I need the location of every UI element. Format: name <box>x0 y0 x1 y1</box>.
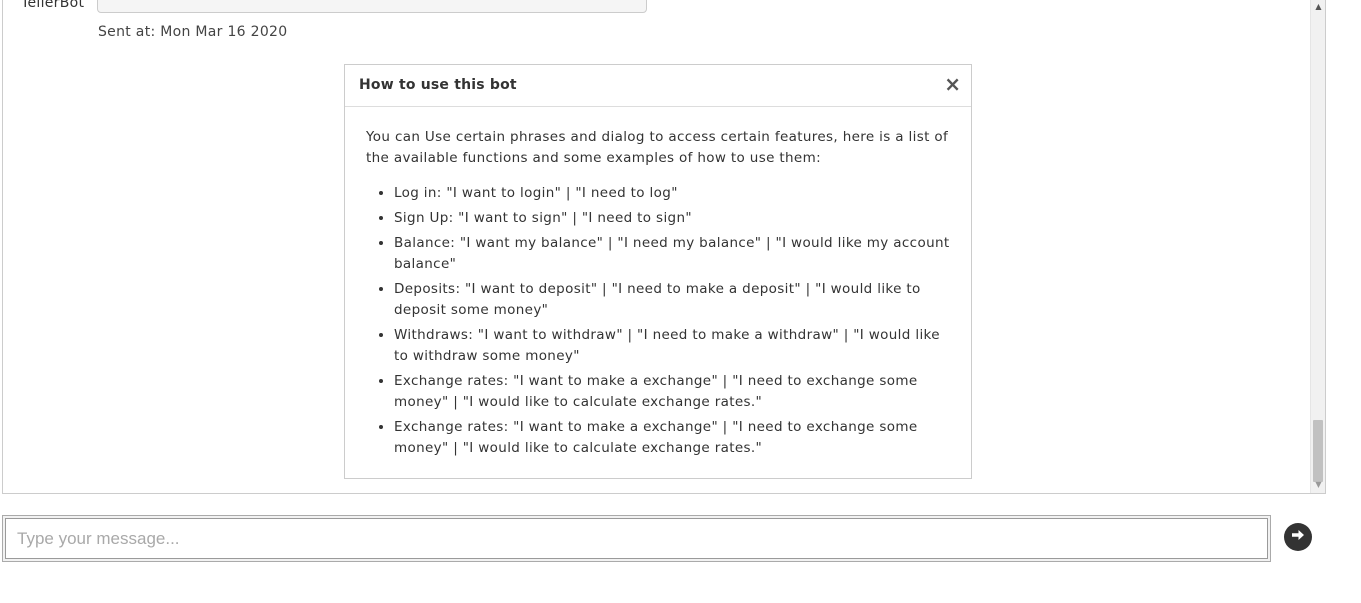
close-icon[interactable]: × <box>944 74 961 94</box>
help-feature-list: Log in: "I want to login" | "I need to l… <box>366 183 953 459</box>
list-item: Exchange rates: "I want to make a exchan… <box>394 371 953 413</box>
list-item: Deposits: "I want to deposit" | "I need … <box>394 279 953 321</box>
message-composer <box>2 515 1271 562</box>
arrow-right-circle-icon <box>1290 527 1306 547</box>
arrow-down-icon[interactable]: ▼ <box>1311 479 1325 491</box>
vertical-scrollbar[interactable]: ▲ ▼ <box>1310 0 1325 493</box>
send-button[interactable] <box>1284 523 1312 551</box>
list-item: Sign Up: "I want to sign" | "I need to s… <box>394 208 953 229</box>
arrow-up-icon[interactable]: ▲ <box>1311 1 1325 13</box>
help-card-header: How to use this bot × <box>345 65 971 107</box>
help-card-title: How to use this bot <box>359 77 517 93</box>
message-sender: TellerBot <box>21 0 85 11</box>
message-timestamp: Sent at: Mon Mar 16 2020 <box>98 24 288 40</box>
list-item: Balance: "I want my balance" | "I need m… <box>394 233 953 275</box>
chat-history-panel[interactable]: TellerBot Sent at: Mon Mar 16 2020 How t… <box>2 0 1326 494</box>
message-input[interactable] <box>5 518 1268 559</box>
message-bubble <box>97 0 647 13</box>
help-card: How to use this bot × You can Use certai… <box>344 64 972 479</box>
help-card-body: You can Use certain phrases and dialog t… <box>345 107 971 473</box>
list-item: Log in: "I want to login" | "I need to l… <box>394 183 953 204</box>
scrollbar-thumb[interactable] <box>1313 420 1323 482</box>
list-item: Withdraws: "I want to withdraw" | "I nee… <box>394 325 953 367</box>
help-intro-text: You can Use certain phrases and dialog t… <box>366 129 949 166</box>
list-item: Exchange rates: "I want to make a exchan… <box>394 417 953 459</box>
